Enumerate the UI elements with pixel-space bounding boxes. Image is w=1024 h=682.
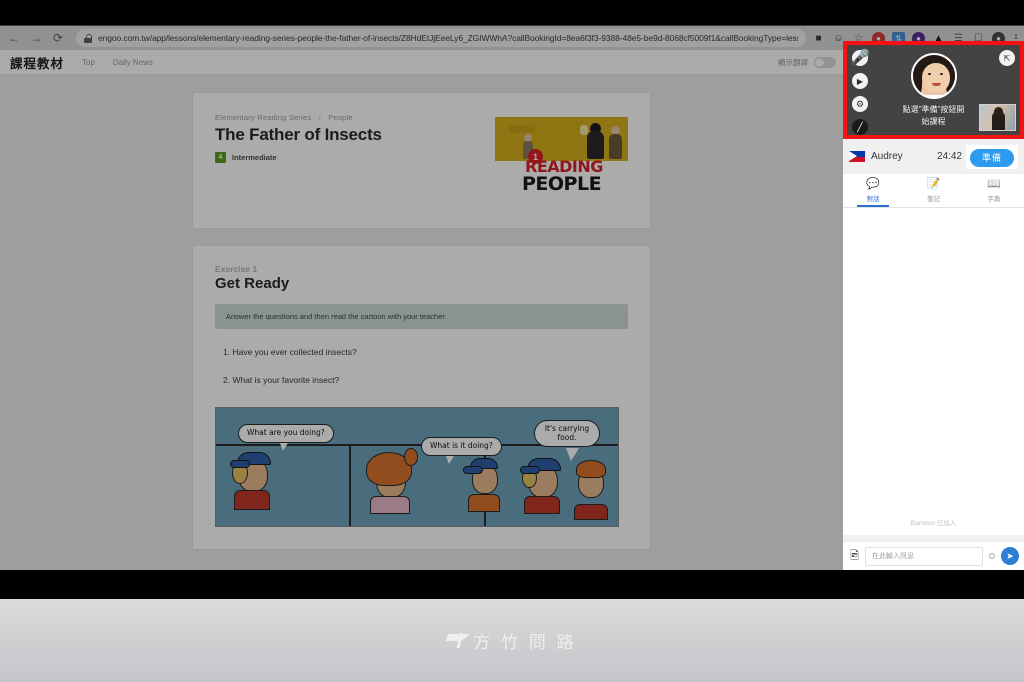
thumbnail-figure-1-body: [587, 131, 604, 159]
chat-icon: 💬: [866, 177, 881, 190]
cartoon-kid-1-cap: [230, 452, 271, 468]
teacher-name: Audrey: [871, 151, 903, 162]
chat-message-list: Bamboo 已加入: [843, 208, 1024, 535]
exercise-label: Exercise 1: [215, 264, 258, 274]
tab-dictionary[interactable]: 📖 字典: [964, 174, 1024, 207]
cartoon-bubble-1: What are you doing?: [238, 424, 334, 443]
chat-input-row: 🖻 在此輸入訊息 ☺ ➤: [843, 541, 1024, 570]
flag-white-triangle: [849, 151, 857, 161]
tab-chat[interactable]: 💬 對話: [843, 174, 903, 207]
avatar-eye-right: [939, 73, 943, 75]
cartoon-kid-5-shirt: [574, 504, 608, 520]
thumbnail-plane-shape: [509, 125, 535, 133]
ready-button[interactable]: 準備: [969, 148, 1014, 167]
watermark-arrow-icon: [447, 633, 467, 649]
exercise-question-1: 1. Have you ever collected insects?: [223, 347, 357, 357]
cartoon-kid-3-cap: [463, 458, 498, 474]
thumbnail-figure-2-body: [609, 134, 622, 159]
lesson-header-card: Elementary Reading Series / People The F…: [193, 93, 650, 228]
cartoon-bubble-3: It's carrying food.: [534, 420, 600, 448]
watermark-text: 方 竹 問 路: [473, 633, 577, 652]
dictionary-icon: 📖: [986, 177, 1001, 190]
exercise-card: Exercise 1 Get Ready Answer the question…: [193, 246, 650, 549]
video-area-highlight: 點選"準備"按鈕開 始課程 🎤 ▶ ⚙ ╱ ⇱: [843, 41, 1024, 139]
nav-buttons: ← → ⟳: [0, 28, 68, 48]
gear-icon[interactable]: ⚙: [852, 96, 868, 112]
breadcrumb-separator: /: [318, 113, 321, 122]
tab-notes-label: 筆記: [926, 195, 940, 203]
cartoon-panel-divider-2: [349, 444, 351, 526]
tab-chat-label: 對話: [866, 195, 880, 203]
call-controls: 🎤 ▶ ⚙ ╱: [850, 50, 870, 135]
level-name: Intermediate: [232, 153, 277, 162]
forward-arrow-icon[interactable]: →: [26, 28, 46, 48]
reload-icon[interactable]: ⟳: [48, 28, 68, 48]
lesson-page: Elementary Reading Series / People The F…: [0, 75, 843, 570]
microphone-icon[interactable]: 🎤: [850, 50, 870, 67]
cartoon-bubble-3-tail: [566, 448, 579, 461]
call-instruction-line-2: 始課程: [921, 116, 946, 126]
watermark: 方 竹 問 路: [447, 628, 576, 653]
send-icon[interactable]: ➤: [1001, 547, 1019, 565]
cartoon-kid-4-shirt: [524, 496, 560, 514]
exercise-instruction: Answer the questions and then read the c…: [215, 304, 628, 329]
ready-button-highlight: 準備: [965, 144, 1018, 169]
translate-toggle[interactable]: [814, 56, 836, 68]
cartoon-kid-3-shirt: [468, 494, 500, 512]
video-off-icon[interactable]: ╱: [852, 119, 868, 135]
chat-system-message: Bamboo 已加入: [910, 520, 957, 527]
lock-icon: [84, 33, 93, 43]
exercise-question-2: 2. What is your favorite insect?: [223, 375, 340, 385]
avatar-hair-left: [912, 65, 922, 97]
attach-image-icon[interactable]: 🖻: [848, 550, 861, 563]
footer-bar: 方 竹 問 路: [0, 599, 1024, 682]
screen: ← → ⟳ engoo.com.tw/app/lessons/elementar…: [0, 0, 1024, 682]
cartoon-bubble-2: What is it doing?: [421, 437, 502, 456]
cartoon-kid-2-ponytail: [404, 448, 418, 466]
back-arrow-icon[interactable]: ←: [4, 28, 24, 48]
call-instruction-line-1: 點選"準備"按鈕開: [902, 105, 965, 114]
header-link-top[interactable]: Top: [82, 58, 95, 67]
browser-tab-strip: [0, 0, 1024, 25]
camera-icon[interactable]: ▶: [852, 73, 868, 89]
exercise-title: Get Ready: [215, 275, 290, 292]
breadcrumb-category[interactable]: People: [328, 113, 353, 122]
breadcrumb-series[interactable]: Elementary Reading Series: [215, 113, 311, 122]
panel-tabs: 💬 對話 📝 筆記 📖 字典: [843, 174, 1024, 208]
address-bar[interactable]: engoo.com.tw/app/lessons/elementary-read…: [76, 29, 806, 47]
teacher-avatar: [910, 53, 957, 99]
avatar-body: [920, 95, 951, 97]
tab-notes[interactable]: 📝 筆記: [903, 174, 963, 207]
call-panel: 點選"準備"按鈕開 始課程 🎤 ▶ ⚙ ╱ ⇱ Audrey 24:42 準備 …: [843, 41, 1024, 570]
call-info-row: Audrey 24:42 準備: [843, 139, 1024, 174]
media-icon[interactable]: ■: [812, 32, 825, 45]
thumbnail-bulb-shape: [580, 125, 588, 135]
page-title: 課程教材: [10, 56, 65, 71]
cartoon-kid-1-shirt: [234, 490, 270, 510]
self-view-pip[interactable]: [979, 104, 1016, 131]
cartoon-image: What are you doing? What is it doing? It…: [215, 407, 619, 527]
thumbnail-people-text: PEOPLE: [522, 173, 602, 195]
video-stream: 點選"準備"按鈕開 始課程 🎤 ▶ ⚙ ╱ ⇱: [847, 45, 1020, 135]
lesson-thumbnail: 1 READING PEOPLE: [495, 117, 628, 202]
philippines-flag-icon: [849, 151, 865, 162]
emoji-icon[interactable]: ☺: [987, 551, 997, 562]
cartoon-kid-4-cap: [520, 458, 561, 474]
cartoon-kid-5-hair: [576, 460, 606, 478]
notes-icon: 📝: [926, 177, 941, 190]
avatar-face: [921, 63, 950, 93]
chat-input[interactable]: 在此輸入訊息: [865, 546, 983, 566]
call-timer: 24:42: [936, 151, 962, 162]
avatar-eye-left: [927, 73, 931, 75]
header-link-daily-news[interactable]: Daily News: [113, 58, 153, 67]
url-text: engoo.com.tw/app/lessons/elementary-read…: [98, 33, 798, 43]
self-view-person-head: [994, 107, 1003, 116]
bottom-black-band: [0, 570, 1024, 599]
chat-input-placeholder: 在此輸入訊息: [872, 553, 914, 560]
cartoon-kid-2-shirt: [370, 496, 410, 514]
expand-icon[interactable]: ⇱: [999, 50, 1015, 66]
tab-dictionary-label: 字典: [987, 195, 1001, 203]
translate-label: 顯示翻譯: [778, 57, 808, 67]
level-badge: 4: [215, 152, 226, 163]
